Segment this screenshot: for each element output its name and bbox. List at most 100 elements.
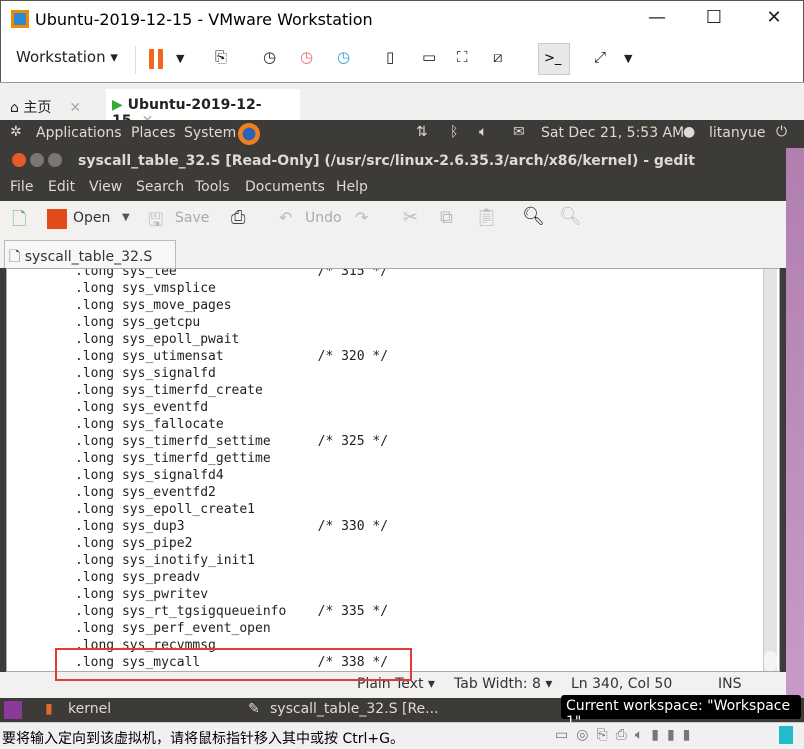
workstation-menu[interactable]: Workstation ▾ [16, 48, 118, 66]
code-line[interactable]: .long sys_epoll_pwait [75, 331, 388, 348]
places-menu[interactable]: Places [131, 125, 176, 141]
thumbnail-view-icon[interactable]: ▭ [422, 48, 436, 66]
divider [135, 46, 136, 74]
open-dropdown-icon[interactable]: ▼ [122, 212, 130, 223]
pause-icon[interactable] [149, 49, 154, 69]
code-line[interactable]: .long sys_move_pages [75, 297, 388, 314]
user-menu[interactable]: litanyue [709, 125, 766, 141]
taskbar-item-gedit[interactable]: syscall_table_32.S [Re... [270, 701, 439, 717]
home-icon: ⌂ [10, 100, 24, 116]
vmware-logo-icon [11, 10, 29, 28]
menu-search[interactable]: Search [136, 179, 184, 195]
library-view-icon[interactable]: ▯ [386, 48, 394, 66]
device-icons[interactable]: ▭◎⎘⎙🔈︎▮▮▮ [555, 727, 698, 743]
code-line[interactable]: .long sys_eventfd2 [75, 484, 388, 501]
menubar: File Edit View Search Tools Documents He… [0, 176, 786, 201]
cursor-position: Ln 340, Col 50 [571, 676, 673, 692]
menu-documents[interactable]: Documents [245, 179, 325, 195]
menu-help[interactable]: Help [336, 179, 368, 195]
menu-file[interactable]: File [10, 179, 33, 195]
code-line[interactable]: .long sys_preadv [75, 569, 388, 586]
code-line[interactable]: .long sys_perf_event_open [75, 620, 388, 637]
tab-width-selector[interactable]: Tab Width: 8 ▾ [454, 676, 552, 692]
menu-view[interactable]: View [89, 179, 122, 195]
message-log-icon[interactable] [779, 726, 793, 744]
menu-edit[interactable]: Edit [48, 179, 75, 195]
open-icon[interactable] [47, 209, 67, 229]
code-line[interactable]: .long sys_tee /* 315 */ [75, 269, 388, 280]
new-document-icon[interactable]: 🗋 [12, 207, 26, 237]
undo-button[interactable]: Undo [305, 210, 342, 226]
code-line[interactable]: .long sys_rt_tgsigqueueinfo /* 335 */ [75, 603, 388, 620]
minimize-window-icon[interactable] [30, 153, 44, 167]
vmware-toolbar: Workstation ▾ ▼ ⎘ ◷ ◷ ◷ ▯ ▭ ⛶ ⧄ >_ ⤢ ▼ [0, 38, 804, 82]
redo-icon[interactable]: ↷ [355, 208, 368, 227]
minimize-button[interactable]: — [642, 7, 672, 28]
stretch-dropdown-icon[interactable]: ▼ [624, 52, 632, 65]
revert-snapshot-icon[interactable]: ◷ [300, 48, 313, 66]
code-line[interactable]: .long sys_vmsplice [75, 280, 388, 297]
scrollbar-thumb[interactable] [764, 651, 777, 671]
tab-home[interactable]: ⌂ 主页 ✕ [4, 89, 102, 121]
pause-dropdown-icon[interactable]: ▼ [176, 52, 184, 65]
bluetooth-icon[interactable]: ᛒ [450, 124, 458, 140]
network-icon[interactable]: ⇅ [416, 124, 428, 140]
code-line[interactable]: .long sys_utimensat /* 320 */ [75, 348, 388, 365]
volume-icon[interactable]: 🔈︎ [479, 124, 487, 140]
open-button[interactable]: Open [73, 210, 110, 226]
code-line[interactable]: .long sys_inotify_init1 [75, 552, 388, 569]
unity-icon[interactable]: ⧄ [493, 48, 503, 66]
code-line[interactable]: .long sys_eventfd [75, 399, 388, 416]
maximize-button[interactable]: ☐ [699, 7, 729, 28]
mail-icon[interactable]: ✉ [513, 124, 525, 140]
close-tab-icon[interactable]: ✕ [69, 100, 81, 116]
undo-icon: ↶ [279, 208, 293, 227]
clock[interactable]: Sat Dec 21, 5:53 AM [541, 125, 684, 141]
code-line[interactable]: .long sys_timerfd_gettime [75, 450, 388, 467]
document-tab[interactable]: 🗋 syscall_table_32.S ✖ [4, 240, 176, 286]
code-line[interactable]: .long sys_signalfd4 [75, 467, 388, 484]
insert-mode: INS [718, 676, 742, 692]
stretch-icon[interactable]: ⤢ [594, 48, 606, 66]
cut-icon[interactable]: ✂ [403, 207, 418, 228]
text-editor[interactable]: .long sys_tee /* 315 */.long sys_vmsplic… [6, 268, 780, 672]
vm-tabs: ⌂ 主页✕ ▶ Ubuntu-2019-12-15✕ [0, 82, 804, 129]
power-icon[interactable]: ⏻ [776, 124, 787, 140]
system-menu[interactable]: System [184, 125, 236, 141]
code-content[interactable]: .long sys_tee /* 315 */.long sys_vmsplic… [75, 269, 388, 671]
folder-icon: ▮ [45, 701, 53, 717]
menu-tools[interactable]: Tools [195, 179, 230, 195]
fullscreen-icon[interactable]: ⛶ [457, 48, 468, 66]
applications-menu[interactable]: Applications [36, 125, 122, 141]
code-line[interactable]: .long sys_pwritev [75, 586, 388, 603]
close-window-icon[interactable] [12, 153, 26, 167]
close-button[interactable]: ✕ [759, 7, 789, 28]
show-desktop-icon[interactable] [4, 701, 22, 719]
find-icon[interactable]: 🔍︎ [522, 206, 545, 227]
send-keys-icon[interactable]: ⎘ [215, 48, 227, 66]
vertical-scrollbar[interactable] [763, 269, 777, 671]
gnome-top-panel: ✲ Applications Places System ⇅ ᛒ 🔈︎ ✉ Sa… [0, 120, 804, 148]
taskbar-item-kernel[interactable]: kernel [68, 701, 111, 717]
paste-icon[interactable]: 📋︎ [475, 207, 498, 228]
code-line[interactable]: .long sys_pipe2 [75, 535, 388, 552]
code-line[interactable]: .long sys_dup3 /* 330 */ [75, 518, 388, 535]
firefox-icon[interactable] [238, 123, 260, 145]
snapshot-icon[interactable]: ◷ [263, 48, 276, 66]
maximize-window-icon[interactable] [48, 153, 62, 167]
code-line[interactable]: .long sys_signalfd [75, 365, 388, 382]
tab-ubuntu[interactable]: ▶ Ubuntu-2019-12-15✕ [106, 89, 300, 129]
print-icon[interactable]: ⎙ [231, 207, 245, 228]
find-replace-icon[interactable]: 🔍︎ [559, 206, 582, 227]
snapshot-manager-icon[interactable]: ◷ [337, 48, 350, 66]
code-line[interactable]: .long sys_getcpu [75, 314, 388, 331]
text-editor-icon: ✎ [248, 701, 260, 717]
code-line[interactable]: .long sys_timerfd_settime /* 325 */ [75, 433, 388, 450]
code-line[interactable]: .long sys_epoll_create1 [75, 501, 388, 518]
code-line[interactable]: .long sys_fallocate [75, 416, 388, 433]
console-view-icon[interactable]: >_ [538, 43, 570, 75]
copy-icon[interactable]: ⧉ [440, 207, 453, 228]
save-button[interactable]: Save [175, 210, 209, 226]
vmware-status-bar: 要将输入定向到该虚拟机，请将鼠标指针移入其中或按 Ctrl+G。 ▭◎⎘⎙🔈︎▮… [0, 722, 804, 749]
code-line[interactable]: .long sys_timerfd_create [75, 382, 388, 399]
